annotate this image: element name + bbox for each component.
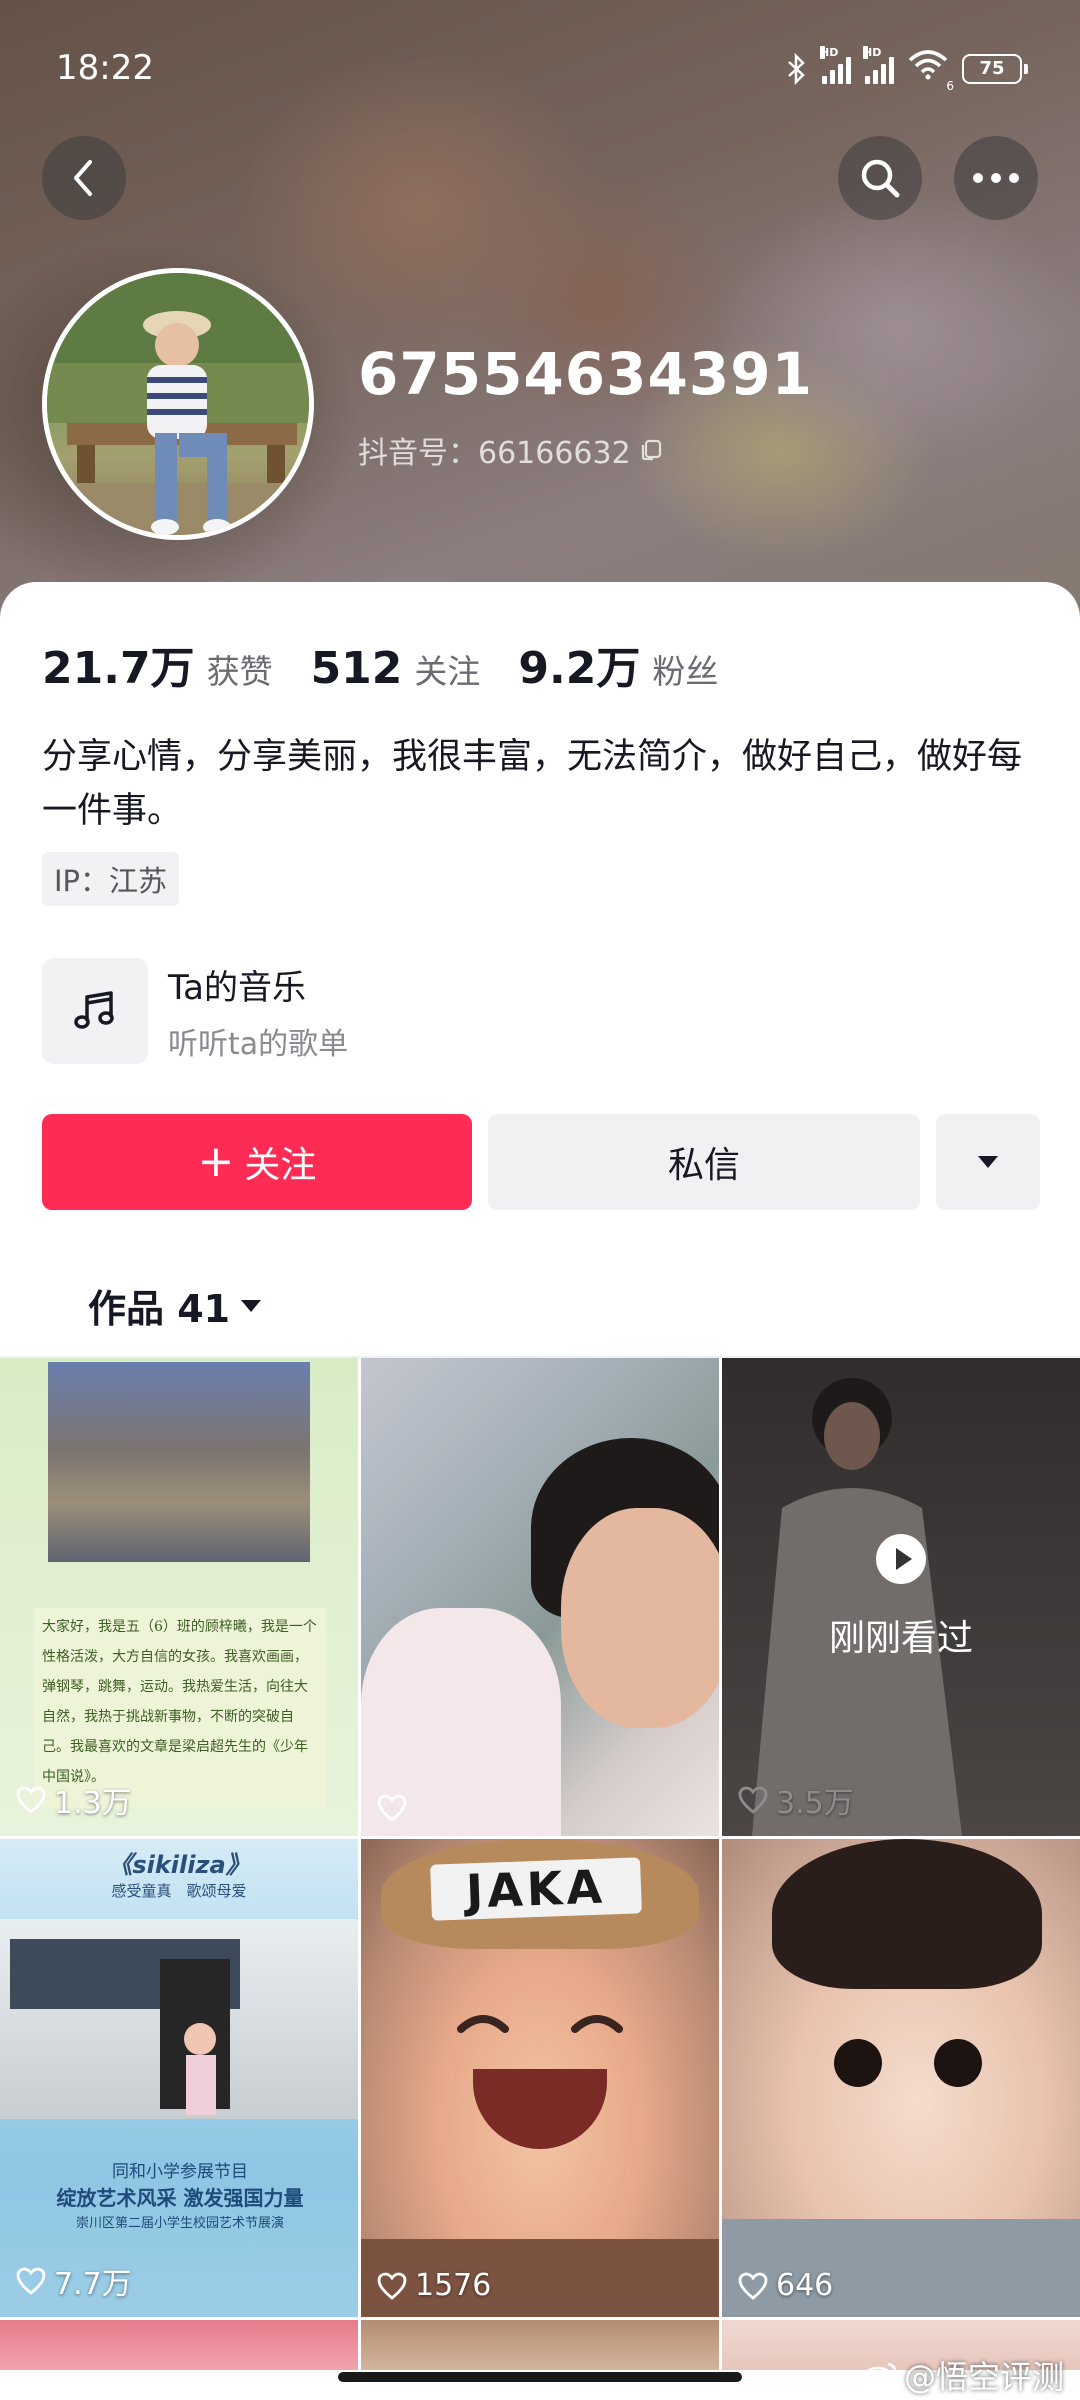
tile-banner-subtitle: 感受童真 歌颂母爱 bbox=[111, 1882, 247, 1900]
search-button[interactable] bbox=[838, 136, 922, 220]
weibo-icon bbox=[862, 2362, 897, 2390]
ip-location-tag: IP：江苏 bbox=[42, 852, 180, 906]
watermark-text: @悟空评测 bbox=[903, 2358, 1064, 2396]
stat-value: 9.2万 bbox=[518, 643, 641, 694]
heart-icon bbox=[377, 1794, 407, 1822]
tile-banner-title: 《sikiliza》 bbox=[108, 1851, 250, 1879]
tile-likes: 1.3万 bbox=[16, 1778, 132, 1822]
works-grid: 大家好，我是五（6）班的顾梓曦，我是一个性格活泼，大方自信的女孩。我喜欢画画，弹… bbox=[0, 1358, 1080, 2370]
music-entry[interactable]: Ta的音乐 听听ta的歌单 bbox=[42, 956, 1042, 1066]
more-actions-button[interactable] bbox=[936, 1114, 1040, 1210]
watermark: @悟空评测 bbox=[862, 2352, 1064, 2398]
search-icon bbox=[861, 159, 900, 198]
recently-viewed-overlay: 刚刚看过 bbox=[722, 1358, 1080, 1836]
heart-icon bbox=[16, 2267, 46, 2295]
copy-icon bbox=[641, 439, 661, 461]
tile-banner: 《sikiliza》 感受童真 歌颂母爱 bbox=[0, 1839, 358, 1900]
douyin-id[interactable]: 抖音号：66166632 bbox=[358, 428, 663, 472]
avatar-photo bbox=[47, 273, 309, 535]
home-indicator[interactable] bbox=[338, 2372, 742, 2382]
douyin-id-text: 抖音号：66166632 bbox=[358, 436, 631, 471]
wifi-icon: 6 bbox=[908, 50, 954, 93]
action-buttons: + 关注 私信 bbox=[42, 1114, 1040, 1210]
nickname: 67554634391 bbox=[358, 340, 813, 408]
video-tile[interactable]: 大家好，我是五（6）班的顾梓曦，我是一个性格活泼，大方自信的女孩。我喜欢画画，弹… bbox=[0, 1358, 358, 1836]
tile-like-count: 1.3万 bbox=[54, 1786, 132, 1821]
tile-photo bbox=[834, 2039, 882, 2087]
tile-photo bbox=[561, 1508, 719, 1728]
play-icon bbox=[876, 1534, 926, 1584]
caret-down-icon bbox=[241, 1299, 262, 1312]
more-dots-icon bbox=[973, 173, 1019, 183]
message-button[interactable]: 私信 bbox=[488, 1114, 920, 1210]
tab-works[interactable]: 作品 41 bbox=[88, 1278, 262, 1333]
tile-photo bbox=[934, 2039, 982, 2087]
avatar[interactable] bbox=[42, 268, 314, 540]
status-time: 18:22 bbox=[56, 48, 154, 88]
stat-value: 21.7万 bbox=[42, 643, 195, 694]
stat-likes[interactable]: 21.7万 获赞 bbox=[42, 632, 273, 696]
heart-icon bbox=[377, 2272, 407, 2300]
tile-photo bbox=[48, 1362, 310, 1562]
music-note-icon bbox=[74, 991, 114, 1029]
caret-down-icon bbox=[978, 1156, 998, 1168]
tile-likes: 1576 bbox=[377, 2268, 491, 2303]
stat-label: 关注 bbox=[414, 652, 481, 691]
tile-caption: 同和小学参展节目 绽放艺术风采 激发强国力量 崇川区第二届小学生校园艺术节展演 bbox=[40, 2159, 320, 2237]
stat-following[interactable]: 512 关注 bbox=[311, 643, 481, 694]
video-tile[interactable] bbox=[0, 2320, 358, 2370]
tile-likes: 646 bbox=[738, 2268, 833, 2303]
music-title: Ta的音乐 bbox=[168, 967, 306, 1008]
stat-value: 512 bbox=[310, 643, 403, 694]
status-bar: 18:22 HD HD 6 75 bbox=[0, 0, 1080, 140]
music-icon-box bbox=[42, 958, 148, 1064]
tile-caption-line: 绽放艺术风采 激发强国力量 bbox=[56, 2186, 304, 2210]
plus-icon: + bbox=[197, 1136, 235, 1187]
battery-icon: 75 bbox=[962, 53, 1028, 84]
back-button[interactable] bbox=[42, 136, 126, 220]
tile-photo bbox=[772, 1839, 1042, 1989]
message-label: 私信 bbox=[667, 1145, 740, 1186]
video-tile[interactable]: 《sikiliza》 感受童真 歌颂母爱 同和小学参展节目 绽放艺术风采 激发强… bbox=[0, 1839, 358, 2317]
bluetooth-icon bbox=[788, 52, 805, 85]
tile-like-count: 7.7万 bbox=[54, 2267, 132, 2302]
bio-text: 分享心情，分享美丽，我很丰富，无法简介，做好自己，做好每一件事。 bbox=[42, 737, 1023, 831]
recently-viewed-label: 刚刚看过 bbox=[828, 1618, 973, 1659]
video-tile[interactable] bbox=[361, 2320, 719, 2370]
video-tile[interactable]: JAKA 1576 bbox=[361, 1839, 719, 2317]
heart-icon bbox=[16, 1786, 46, 1814]
signal-icon: HD bbox=[863, 45, 894, 84]
stat-label: 获赞 bbox=[206, 652, 273, 691]
follow-button[interactable]: + 关注 bbox=[42, 1114, 472, 1210]
video-tile[interactable] bbox=[361, 1358, 719, 1836]
profile-card: 21.7万 获赞 512 关注 9.2万 粉丝 分享心情，分享美丽，我很丰富，无… bbox=[0, 582, 1080, 2400]
more-button[interactable] bbox=[954, 136, 1038, 220]
chevron-left-icon bbox=[74, 160, 92, 196]
profile-stats: 21.7万 获赞 512 关注 9.2万 粉丝 bbox=[42, 632, 756, 696]
status-icons: HD HD 6 75 bbox=[786, 45, 1028, 93]
tile-likes: 7.7万 bbox=[16, 2259, 132, 2303]
tile-like-count: 1576 bbox=[415, 2268, 492, 2303]
tab-works-label: 作品 41 bbox=[88, 1287, 231, 1331]
follow-label: 关注 bbox=[244, 1145, 317, 1186]
video-tile[interactable]: 646 bbox=[722, 1839, 1080, 2317]
heart-icon bbox=[738, 2272, 768, 2300]
music-subtitle: 听听ta的歌单 bbox=[168, 1026, 349, 1062]
stat-followers[interactable]: 9.2万 粉丝 bbox=[518, 632, 718, 696]
tile-like-count: 646 bbox=[776, 2268, 834, 2303]
music-text: Ta的音乐 听听ta的歌单 bbox=[168, 960, 348, 1063]
video-tile[interactable]: 3.5万 刚刚看过 bbox=[722, 1358, 1080, 1836]
tile-likes bbox=[377, 1794, 415, 1822]
tile-caption-line: 同和小学参展节目 bbox=[112, 2162, 248, 2182]
tile-photo bbox=[0, 1919, 358, 2119]
stat-label: 粉丝 bbox=[652, 652, 719, 691]
signal-icon: HD bbox=[820, 45, 851, 84]
tile-caption-line: 崇川区第二届小学生校园艺术节展演 bbox=[75, 2216, 284, 2231]
